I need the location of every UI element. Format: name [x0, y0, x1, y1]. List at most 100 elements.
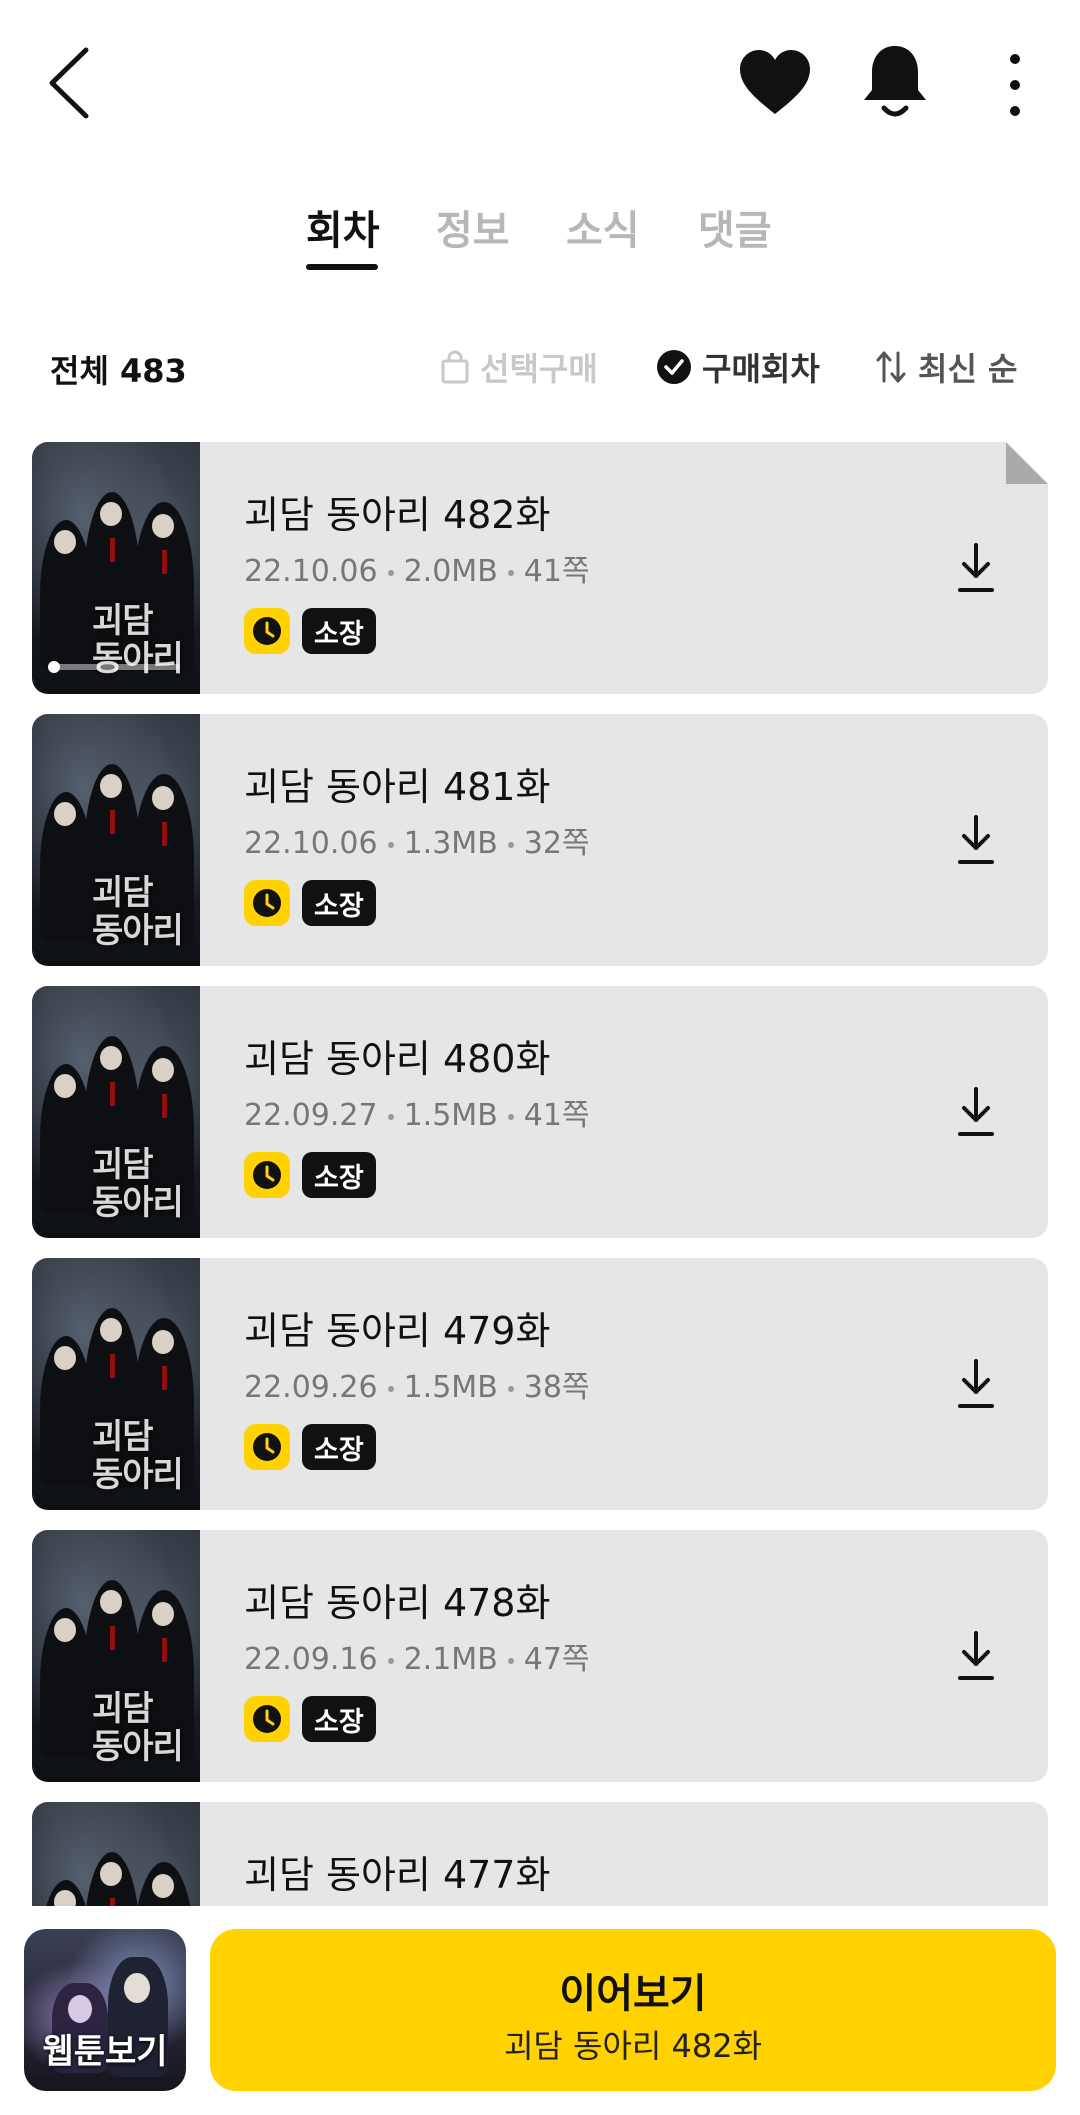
episode-card[interactable]: 괴담 동아리 괴담 동아리 482화 22.10.06 2.0MB 41쪽소장: [32, 442, 1048, 694]
meta-separator: [507, 841, 514, 848]
thumbnail-face: [152, 514, 174, 538]
thumbnail-title: 괴담 동아리: [92, 1417, 184, 1495]
thumbnail-tie: [110, 1898, 115, 1906]
thumbnail-title-line: 괴담: [92, 1145, 154, 1185]
thumbnail-face: [54, 1074, 76, 1098]
episode-card[interactable]: 괴담 동아리 괴담 동아리 479화 22.09.26 1.5MB 38쪽 소장: [32, 1258, 1048, 1510]
thumbnail-face: [100, 1590, 122, 1614]
continue-episode-title: 괴담 동아리 482화: [503, 2027, 763, 2065]
episode-size: 1.5MB: [403, 1098, 498, 1133]
episode-title: 괴담 동아리 482화: [244, 493, 551, 537]
meta-separator: [387, 1113, 394, 1120]
episode-list[interactable]: 괴담 동아리 괴담 동아리 482화 22.10.06 2.0MB 41쪽 소장 괴담 동아리 괴…: [32, 442, 1048, 1906]
thumbnail-title-line: 동아리: [92, 1455, 184, 1495]
tab-info[interactable]: 정보: [436, 198, 510, 256]
episode-pages: 41쪽: [523, 554, 590, 589]
download-icon[interactable]: [956, 1086, 996, 1138]
purchased-filter-button[interactable]: 구매회차: [656, 344, 820, 390]
tab-comments[interactable]: 댓글: [698, 198, 772, 256]
total-count: 전체 483: [50, 352, 187, 390]
episode-pages: 38쪽: [523, 1370, 590, 1405]
thumbnail-title-line: 괴담: [92, 1689, 154, 1729]
thumbnail-tie: [162, 1638, 167, 1662]
meta-separator: [507, 1385, 514, 1392]
download-icon[interactable]: [956, 1630, 996, 1682]
meta-separator: [387, 569, 394, 576]
thumbnail-title-line: 동아리: [92, 1183, 184, 1223]
thumbnail-tie: [110, 1626, 115, 1650]
owned-badge: 소장: [302, 608, 376, 654]
episode-thumbnail: 괴담동아리: [32, 1802, 200, 1906]
episode-badges: 소장: [244, 1152, 376, 1198]
clock-icon: [244, 608, 290, 654]
thumbnail-face: [54, 530, 76, 554]
thumbnail-title-line: 괴담: [92, 1417, 154, 1457]
owned-badge: 소장: [302, 880, 376, 926]
select-purchase-button[interactable]: 선택구매: [440, 344, 598, 390]
thumbnail-tie: [162, 550, 167, 574]
read-progress-handle: [48, 661, 60, 673]
thumbnail-tie: [110, 1354, 115, 1378]
owned-badge: 소장: [302, 1152, 376, 1198]
thumbnail-face: [152, 1602, 174, 1626]
episode-thumbnail: 괴담동아리: [32, 986, 200, 1238]
download-icon[interactable]: [956, 542, 996, 594]
thumbnail-tie: [162, 822, 167, 846]
sort-button[interactable]: 최신 순: [874, 344, 1017, 390]
active-tab-indicator: [306, 264, 378, 270]
clock-icon: [244, 1424, 290, 1470]
episode-card[interactable]: 괴담 동아리 괴담 동아리 480화 22.09.27 1.5MB 41쪽 소장: [32, 986, 1048, 1238]
thumbnail-face: [100, 774, 122, 798]
thumbnail-title-line: 동아리: [92, 639, 184, 679]
thumbnail-face: [100, 1046, 122, 1070]
episode-badges: 소장: [244, 1696, 376, 1742]
bell-icon[interactable]: [862, 44, 928, 122]
meta-separator: [507, 569, 514, 576]
thumbnail-face: [100, 1318, 122, 1342]
episode-meta: 22.10.06 1.3MB 32쪽: [244, 818, 590, 862]
episode-thumbnail: 괴담동아리: [32, 442, 200, 694]
meta-separator: [507, 1113, 514, 1120]
episode-title: 괴담 동아리 479화: [244, 1309, 551, 1353]
thumbnail-face: [152, 786, 174, 810]
episode-thumbnail: 괴담동아리: [32, 1258, 200, 1510]
read-progress-bar: [50, 664, 180, 670]
meta-separator: [387, 1657, 394, 1664]
purchased-filter-label: 구매회차: [702, 350, 820, 388]
episode-size: 2.1MB: [403, 1642, 498, 1677]
tab-episodes[interactable]: 회차: [306, 198, 380, 256]
heart-icon[interactable]: [738, 48, 812, 118]
episode-meta: 22.09.27 1.5MB 41쪽: [244, 1090, 590, 1134]
tab-news[interactable]: 소식: [566, 198, 640, 256]
sort-icon: [876, 351, 906, 383]
thumbnail-tie: [162, 1366, 167, 1390]
episode-size: 1.3MB: [403, 826, 498, 861]
continue-reading-button[interactable]: 이어보기 괴담 동아리 482화: [210, 1929, 1056, 2091]
episode-card[interactable]: 괴담동아리 괴담 동아리 477화: [32, 1802, 1048, 1906]
select-purchase-label: 선택구매: [480, 350, 598, 388]
thumbnail-tie: [110, 810, 115, 834]
meta-separator: [387, 1385, 394, 1392]
thumbnail-face: [152, 1058, 174, 1082]
check-circle-icon: [657, 350, 691, 384]
download-icon[interactable]: [956, 814, 996, 866]
thumbnail-face: [152, 1874, 174, 1898]
thumbnail-face: [68, 1995, 92, 2023]
back-icon[interactable]: [44, 46, 94, 120]
thumbnail-face: [100, 502, 122, 526]
episode-pages: 41쪽: [523, 1098, 590, 1133]
episode-badges: 소장: [244, 1424, 376, 1470]
episode-card[interactable]: 괴담 동아리 괴담 동아리 481화 22.10.06 1.3MB 32쪽 소장: [32, 714, 1048, 966]
webtoon-view-button[interactable]: 웹툰보기: [24, 1929, 186, 2091]
episode-title: 괴담 동아리 480화: [244, 1037, 551, 1081]
thumbnail-face: [100, 1862, 122, 1886]
episode-badges: 소장: [244, 880, 376, 926]
episode-meta: 22.10.06 2.0MB 41쪽: [244, 546, 590, 590]
episode-title: 괴담 동아리 478화: [244, 1581, 551, 1625]
download-icon[interactable]: [956, 1358, 996, 1410]
episode-title: 괴담 동아리 481화: [244, 765, 551, 809]
more-vertical-icon[interactable]: [998, 50, 1032, 120]
tab-bar: 회차 정보 소식 댓글: [0, 198, 1080, 278]
episode-date: 22.09.26: [244, 1370, 378, 1405]
episode-card[interactable]: 괴담 동아리 괴담 동아리 478화 22.09.16 2.1MB 47쪽 소장: [32, 1530, 1048, 1782]
